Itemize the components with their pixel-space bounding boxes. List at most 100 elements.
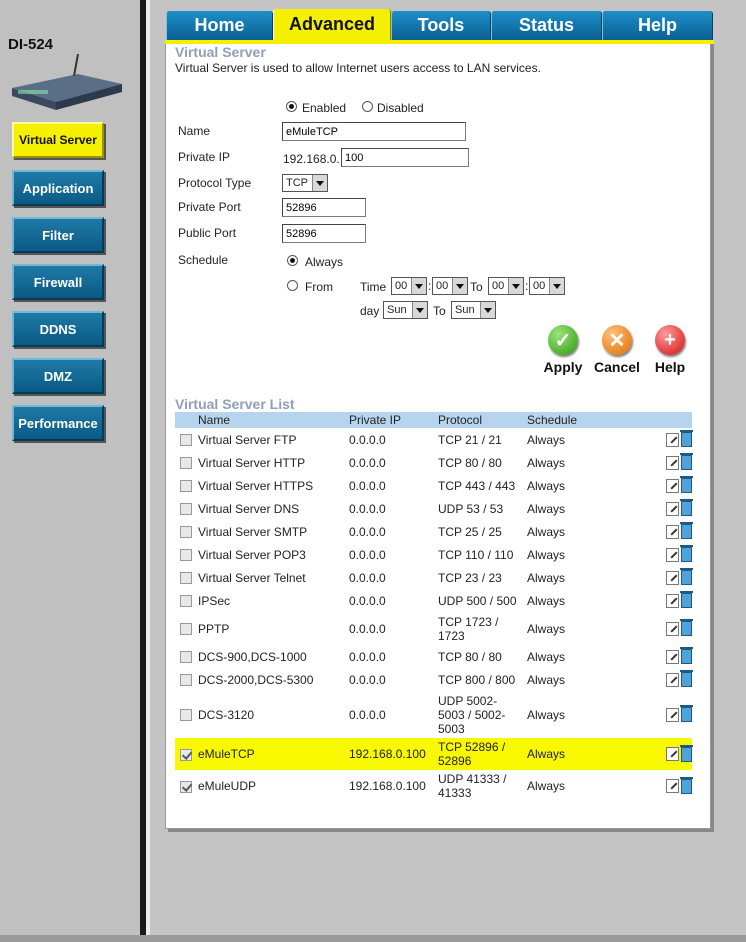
table-header-row: Name Private IP Protocol Schedule — [175, 412, 692, 428]
time-from-min-select[interactable]: 00 — [432, 277, 468, 295]
time-from-hour-select[interactable]: 00 — [391, 277, 427, 295]
public-port-input[interactable] — [282, 224, 366, 243]
row-checkbox[interactable] — [180, 651, 192, 664]
protocol-type-value: TCP — [286, 177, 308, 189]
trash-icon[interactable] — [680, 744, 693, 762]
row-checkbox[interactable] — [180, 674, 192, 687]
row-schedule: Always — [527, 524, 566, 539]
row-checkbox[interactable] — [180, 434, 192, 447]
trash-icon[interactable] — [680, 430, 693, 448]
row-checkbox[interactable] — [180, 572, 192, 585]
row-checkbox[interactable] — [180, 526, 192, 539]
tab-home[interactable]: Home — [166, 11, 273, 40]
edit-icon[interactable] — [666, 593, 679, 608]
trash-icon[interactable] — [680, 647, 693, 665]
row-checkbox[interactable] — [180, 549, 192, 562]
row-name: IPSec — [198, 593, 231, 608]
row-name: Virtual Server SMTP — [198, 524, 308, 539]
help-button[interactable]: + Help — [651, 325, 689, 375]
row-schedule: Always — [527, 547, 566, 562]
day-from-select[interactable]: Sun — [383, 301, 428, 319]
edit-icon[interactable] — [666, 779, 679, 794]
sidebar-item-dmz[interactable]: DMZ — [12, 358, 104, 394]
schedule-from-radio[interactable] — [287, 280, 298, 291]
sidebar-item-filter[interactable]: Filter — [12, 217, 104, 253]
sidebar-item-performance[interactable]: Performance — [12, 405, 104, 441]
time-to-min-select[interactable]: 00 — [529, 277, 565, 295]
name-input[interactable] — [282, 122, 466, 141]
row-name: DCS-2000,DCS-5300 — [198, 672, 314, 687]
table-row: DCS-900,DCS-1000 0.0.0.0 TCP 80 / 80 Always — [175, 645, 693, 668]
tab-status[interactable]: Status — [491, 11, 602, 40]
row-actions — [652, 566, 693, 589]
sidebar-item-application[interactable]: Application — [12, 170, 104, 206]
schedule-always-label: Always — [305, 255, 344, 269]
edit-icon[interactable] — [666, 649, 679, 664]
protocol-type-select[interactable]: TCP — [282, 174, 328, 192]
trash-icon[interactable] — [680, 453, 693, 471]
schedule-always-radio[interactable] — [287, 255, 298, 266]
edit-icon[interactable] — [666, 478, 679, 493]
trash-icon[interactable] — [680, 476, 693, 494]
row-checkbox-cell — [175, 497, 198, 520]
private-port-input[interactable] — [282, 198, 366, 217]
apply-button[interactable]: ✓ Apply — [540, 325, 586, 375]
row-checkbox-cell — [175, 738, 198, 770]
edit-icon[interactable] — [666, 547, 679, 562]
tab-tools[interactable]: Tools — [391, 11, 491, 40]
cancel-label: Cancel — [594, 359, 640, 375]
time-to-hour-select[interactable]: 00 — [488, 277, 524, 295]
row-checkbox[interactable] — [180, 709, 192, 722]
trash-icon[interactable] — [680, 776, 693, 794]
tab-advanced[interactable]: Advanced — [273, 9, 391, 40]
trash-icon[interactable] — [680, 545, 693, 563]
row-checkbox[interactable] — [180, 780, 192, 793]
trash-icon[interactable] — [680, 705, 693, 723]
day-to-select[interactable]: Sun — [451, 301, 496, 319]
row-protocol: TCP 110 / 110 — [438, 547, 514, 562]
edit-icon[interactable] — [666, 707, 679, 722]
row-schedule: Always — [527, 478, 566, 493]
trash-icon[interactable] — [680, 568, 693, 586]
time-label: Time — [360, 280, 387, 294]
private-ip-prefix: 192.168.0. — [283, 152, 340, 166]
row-checkbox[interactable] — [180, 748, 192, 761]
cancel-button[interactable]: ✕ Cancel — [592, 325, 642, 375]
edit-icon[interactable] — [666, 747, 679, 762]
header-private-ip: Private IP — [349, 412, 438, 428]
enabled-radio[interactable] — [286, 101, 297, 112]
checkmark-icon: ✓ — [548, 325, 578, 355]
sidebar-item-firewall[interactable]: Firewall — [12, 264, 104, 300]
row-checkbox[interactable] — [180, 595, 192, 608]
sidebar-item-virtual-server[interactable]: Virtual Server — [12, 122, 104, 158]
edit-icon[interactable] — [666, 672, 679, 687]
row-checkbox[interactable] — [180, 457, 192, 470]
edit-icon[interactable] — [666, 524, 679, 539]
edit-icon[interactable] — [666, 501, 679, 516]
trash-icon[interactable] — [680, 499, 693, 517]
edit-icon[interactable] — [666, 570, 679, 585]
trash-icon[interactable] — [680, 591, 693, 609]
sidebar-item-ddns[interactable]: DDNS — [12, 311, 104, 347]
edit-icon[interactable] — [666, 455, 679, 470]
row-protocol: TCP 80 / 80 — [438, 455, 502, 470]
chevron-down-icon — [452, 278, 467, 294]
trash-icon[interactable] — [680, 670, 693, 688]
row-name: Virtual Server Telnet — [198, 570, 306, 585]
tab-help[interactable]: Help — [602, 11, 713, 40]
trash-icon[interactable] — [680, 522, 693, 540]
row-checkbox[interactable] — [180, 503, 192, 516]
trash-icon[interactable] — [680, 619, 693, 637]
edit-icon[interactable] — [666, 432, 679, 447]
header-schedule: Schedule — [527, 412, 652, 428]
row-checkbox[interactable] — [180, 623, 192, 636]
edit-icon[interactable] — [666, 621, 679, 636]
private-ip-input[interactable] — [341, 148, 469, 167]
chevron-down-icon — [508, 278, 523, 294]
disabled-radio[interactable] — [362, 101, 373, 112]
row-schedule: Always — [527, 672, 566, 687]
row-schedule: Always — [527, 593, 566, 608]
table-row: PPTP 0.0.0.0 TCP 1723 / 1723 Always — [175, 612, 693, 645]
row-checkbox[interactable] — [180, 480, 192, 493]
row-actions — [652, 451, 693, 474]
